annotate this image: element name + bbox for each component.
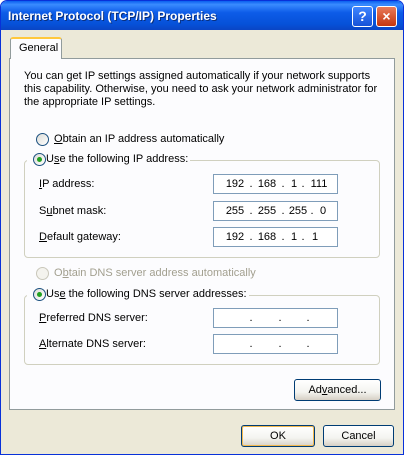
subnet-mask-field[interactable]: 255 . 255 . 255 . 0 — [213, 201, 338, 221]
ip-dot: . — [306, 312, 310, 324]
window-title: Internet Protocol (TCP/IP) Properties — [8, 9, 217, 23]
gateway-octet-4[interactable]: 1 — [302, 231, 328, 243]
dns-server-group: Use the following DNS server addresses: … — [24, 288, 380, 365]
tab-general-label: General — [19, 42, 59, 54]
alternate-dns-label: Alternate DNS server: — [39, 338, 146, 350]
alternate-dns-field[interactable]: . . . — [213, 334, 338, 354]
use-following-dns-label: Use the following DNS server addresses: — [46, 288, 247, 300]
ip-dot: . — [249, 231, 253, 243]
cancel-button[interactable]: Cancel — [323, 425, 394, 447]
ip-dot: . — [249, 205, 253, 217]
obtain-dns-auto-radio-button[interactable] — [36, 267, 49, 280]
title-bar[interactable]: Internet Protocol (TCP/IP) Properties ? … — [1, 1, 403, 30]
ip-octet-4[interactable]: 111 — [306, 178, 332, 190]
use-following-dns-radio[interactable]: Use the following DNS server addresses: — [27, 288, 249, 302]
advanced-button[interactable]: Advanced... — [294, 379, 381, 401]
ip-octet-1[interactable]: 192 — [222, 178, 248, 190]
subnet-mask-label: Subnet mask: — [39, 205, 107, 217]
subnet-octet-2[interactable]: 255 — [254, 205, 280, 217]
ip-address-label: IP address: — [39, 178, 95, 190]
general-panel: You can get IP settings assigned automat… — [9, 58, 395, 410]
default-gateway-row: Default gateway: 192 . 168 . 1 . 1 — [39, 227, 355, 247]
preferred-dns-field[interactable]: . . . — [213, 308, 338, 328]
ip-dot: . — [249, 178, 253, 190]
gateway-octet-2[interactable]: 168 — [254, 231, 280, 243]
obtain-ip-auto-radio-button[interactable] — [36, 133, 49, 146]
use-following-ip-radio-button[interactable] — [33, 153, 46, 166]
gateway-octet-1[interactable]: 192 — [222, 231, 248, 243]
use-following-ip-radio[interactable]: Use the following IP address: — [27, 153, 191, 167]
preferred-dns-row: Preferred DNS server: . . . — [39, 308, 355, 328]
default-gateway-label: Default gateway: — [39, 231, 121, 243]
preferred-dns-label: Preferred DNS server: — [39, 312, 148, 324]
alternate-dns-row: Alternate DNS server: . . . — [39, 334, 355, 354]
ip-address-field[interactable]: 192 . 168 . 1 . 111 — [213, 174, 338, 194]
tab-general[interactable]: General — [10, 37, 62, 59]
ip-dot: . — [249, 312, 253, 324]
properties-dialog: Internet Protocol (TCP/IP) Properties ? … — [0, 0, 404, 455]
use-following-dns-radio-button[interactable] — [33, 288, 46, 301]
ip-dot: . — [278, 338, 282, 350]
close-button[interactable]: × — [376, 6, 397, 27]
ok-button[interactable]: OK — [241, 425, 315, 447]
subnet-octet-1[interactable]: 255 — [222, 205, 248, 217]
ip-address-row: IP address: 192 . 168 . 1 . 111 — [39, 174, 355, 194]
subnet-octet-3[interactable]: 255 — [285, 205, 311, 217]
use-following-ip-label: Use the following IP address: — [46, 153, 189, 165]
ip-dot: . — [306, 338, 310, 350]
subnet-octet-4[interactable]: 0 — [310, 205, 336, 217]
ip-address-group: Use the following IP address: IP address… — [24, 153, 380, 258]
obtain-dns-auto-label: Obtain DNS server address automatically — [54, 267, 256, 279]
ip-dot: . — [249, 338, 253, 350]
intro-text: You can get IP settings assigned automat… — [24, 70, 378, 108]
obtain-ip-auto-label: Obtain an IP address automatically — [54, 133, 225, 145]
ip-octet-2[interactable]: 168 — [254, 178, 280, 190]
ip-dot: . — [278, 312, 282, 324]
help-button[interactable]: ? — [352, 6, 373, 27]
subnet-mask-row: Subnet mask: 255 . 255 . 255 . 0 — [39, 201, 355, 221]
default-gateway-field[interactable]: 192 . 168 . 1 . 1 — [213, 227, 338, 247]
ip-dot: . — [301, 178, 305, 190]
